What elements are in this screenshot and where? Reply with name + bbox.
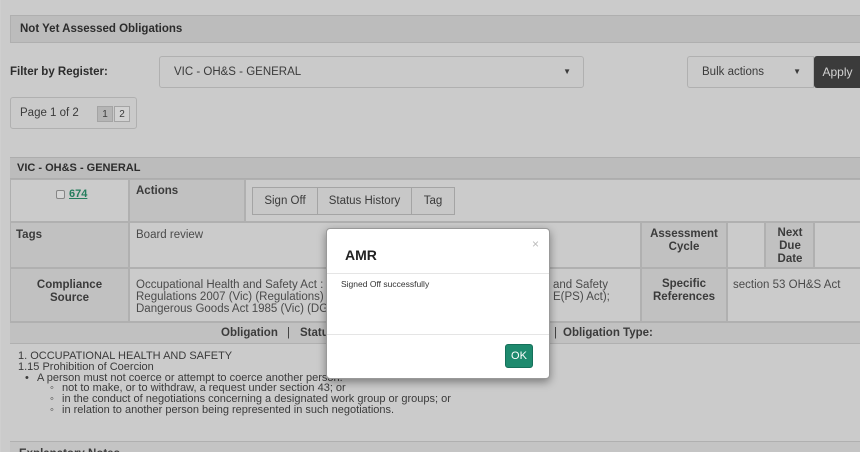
success-modal: AMR × Signed Off successfully OK	[326, 228, 550, 379]
modal-backdrop	[1, 0, 860, 452]
ok-button[interactable]: OK	[505, 344, 533, 368]
modal-message: Signed Off successfully	[341, 279, 430, 289]
modal-footer-divider	[327, 334, 549, 335]
modal-title: AMR	[345, 247, 377, 263]
modal-header-divider	[327, 273, 549, 274]
page-frame: Not Yet Assessed Obligations Filter by R…	[0, 0, 860, 452]
close-icon[interactable]: ×	[532, 237, 539, 251]
